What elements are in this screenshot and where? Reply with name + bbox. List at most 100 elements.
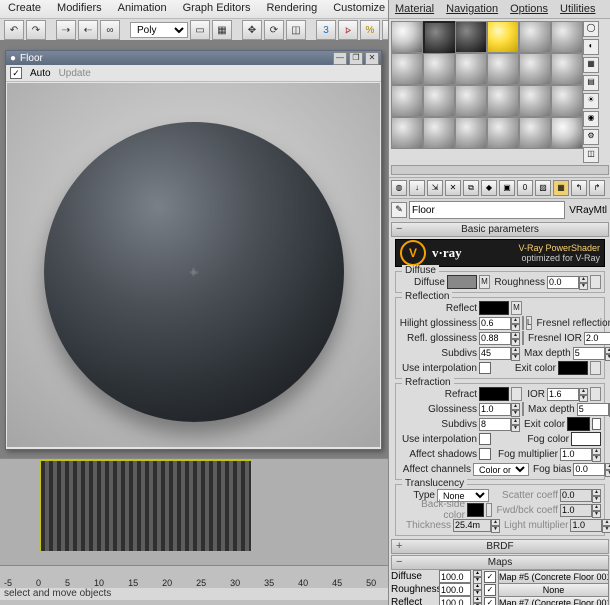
copy-btn[interactable]: ⧉	[463, 180, 479, 196]
backlight-btn[interactable]: ◐	[583, 39, 599, 55]
fogbias-spinner[interactable]: ▲▼	[573, 463, 610, 476]
maxdepth-spinner[interactable]: ▲▼	[573, 347, 610, 360]
snap-btn[interactable]: 3	[316, 20, 336, 40]
sample-slot[interactable]	[519, 85, 551, 117]
go-sibling-btn[interactable]: ↱	[589, 180, 605, 196]
rollout-maps[interactable]: −Maps	[391, 555, 609, 570]
affectshadows-checkbox[interactable]	[479, 448, 491, 460]
video-check-btn[interactable]: ☀	[583, 93, 599, 109]
scatter-spinner[interactable]: ▲▼	[560, 489, 601, 502]
sample-slot[interactable]	[391, 117, 423, 149]
tab-options[interactable]: Options	[504, 1, 554, 17]
rollout-brdf[interactable]: +BRDF	[391, 539, 609, 554]
show-end-btn[interactable]: ▦	[553, 180, 569, 196]
affectchannels-select[interactable]: Color only	[473, 463, 529, 476]
move-btn[interactable]: ✥	[242, 20, 262, 40]
redo-btn[interactable]: ↷	[26, 20, 46, 40]
undo-btn[interactable]: ↶	[4, 20, 24, 40]
sample-slot[interactable]	[487, 117, 519, 149]
hgloss-map-btn[interactable]	[522, 316, 524, 330]
minimize-btn[interactable]: —	[333, 52, 347, 65]
sample-slot[interactable]	[391, 21, 423, 53]
go-parent-btn[interactable]: ↰	[571, 180, 587, 196]
sample-slot[interactable]	[391, 85, 423, 117]
map-slot-button[interactable]: None	[498, 583, 609, 597]
show-in-vp-btn[interactable]: ▨	[535, 180, 551, 196]
rgloss-map-btn[interactable]	[522, 331, 524, 345]
sample-slot[interactable]	[551, 85, 583, 117]
lightmult-spinner[interactable]: ▲▼	[570, 519, 610, 532]
map-amount[interactable]	[439, 570, 471, 583]
sample-slot[interactable]	[391, 53, 423, 85]
map-slot-button[interactable]: Map #7 (Concrete Floor 001 S.jpg)	[498, 596, 609, 605]
sample-slot[interactable]	[551, 117, 583, 149]
maximize-btn[interactable]: ❐	[349, 52, 363, 65]
get-material-btn[interactable]: ◍	[391, 180, 407, 196]
useinterp2-checkbox[interactable]	[479, 433, 491, 445]
map-enable-checkbox[interactable]	[484, 584, 496, 596]
exitcolor-map-btn[interactable]	[590, 361, 601, 375]
menu-item[interactable]: Create	[0, 0, 49, 18]
map-enable-checkbox[interactable]	[484, 597, 496, 605]
selection-filter[interactable]: Poly	[130, 22, 188, 38]
exitcolor2-swatch[interactable]	[567, 417, 590, 431]
select-by-mat-btn[interactable]: ◫	[583, 147, 599, 163]
select-name-btn[interactable]: ▦	[212, 20, 232, 40]
unlink-btn[interactable]: ⇠	[78, 20, 98, 40]
roughness-map-btn[interactable]	[590, 275, 601, 289]
sample-type-btn[interactable]: ◯	[583, 21, 599, 37]
sample-slot[interactable]	[455, 53, 487, 85]
sample-slot[interactable]	[487, 53, 519, 85]
close-btn[interactable]: ✕	[365, 52, 379, 65]
sample-slot[interactable]	[519, 53, 551, 85]
menu-item[interactable]: Customize	[325, 0, 393, 18]
maxdepth2-spinner[interactable]: ▲▼	[577, 403, 610, 416]
fwdback-spinner[interactable]: ▲▼	[560, 504, 601, 517]
bind-btn[interactable]: ∞	[100, 20, 120, 40]
map-amount[interactable]	[439, 596, 471, 605]
hgloss-lock[interactable]: L	[526, 316, 532, 330]
sample-slot[interactable]	[487, 21, 519, 53]
reset-btn[interactable]: ✕	[445, 180, 461, 196]
menu-item[interactable]: Rendering	[258, 0, 325, 18]
timeline-ruler[interactable]: -5 0 5 10 15 20 25 30 35 40 45 50 55 60	[0, 565, 392, 588]
map-slot-button[interactable]: Map #5 (Concrete Floor 001 D.jpg)	[498, 570, 609, 584]
sample-slot[interactable]	[455, 85, 487, 117]
exitcolor-swatch[interactable]	[558, 361, 588, 375]
tab-material[interactable]: Material	[389, 1, 440, 17]
background-btn[interactable]: ▦	[583, 57, 599, 73]
options-btn[interactable]: ⚙	[583, 129, 599, 145]
rgloss-spinner[interactable]: ▲▼	[479, 332, 520, 345]
spinner-arrows[interactable]: ▲▼	[473, 596, 482, 605]
thickness-spinner[interactable]: ▲▼	[453, 519, 500, 532]
sample-slot[interactable]	[455, 117, 487, 149]
scale-btn[interactable]: ◫	[286, 20, 306, 40]
angle-snap-btn[interactable]: ⦠	[338, 20, 358, 40]
sample-scroll[interactable]	[391, 165, 609, 175]
sample-slot[interactable]	[487, 85, 519, 117]
refract-map-btn[interactable]	[511, 387, 522, 401]
ior-spinner[interactable]: ▲▼	[547, 388, 588, 401]
menu-item[interactable]: Modifiers	[49, 0, 110, 18]
preview-btn[interactable]: ◉	[583, 111, 599, 127]
window-titlebar[interactable]: ● Floor — ❐ ✕	[6, 51, 381, 65]
sample-slot[interactable]	[455, 21, 487, 53]
reflect-color[interactable]	[479, 301, 509, 315]
fogmult-spinner[interactable]: ▲▼	[560, 448, 601, 461]
roughness-spinner[interactable]: ▲▼	[547, 276, 588, 289]
backside-swatch[interactable]	[467, 503, 484, 517]
map-enable-checkbox[interactable]	[484, 571, 496, 583]
put-to-scene-btn[interactable]: ↓	[409, 180, 425, 196]
useinterp-checkbox[interactable]	[479, 362, 491, 374]
select-btn[interactable]: ▭	[190, 20, 210, 40]
tab-utilities[interactable]: Utilities	[554, 1, 601, 17]
fogcolor-swatch[interactable]	[571, 432, 601, 446]
sample-slot[interactable]	[423, 53, 455, 85]
backside-map-btn[interactable]	[486, 503, 493, 517]
pick-material-btn[interactable]: ✎	[391, 202, 407, 218]
percent-snap-btn[interactable]: %	[360, 20, 380, 40]
sample-slot[interactable]	[423, 117, 455, 149]
uvtile-btn[interactable]: ▤	[583, 75, 599, 91]
spinner-arrows[interactable]: ▲▼	[473, 570, 482, 583]
matid-btn[interactable]: 0	[517, 180, 533, 196]
